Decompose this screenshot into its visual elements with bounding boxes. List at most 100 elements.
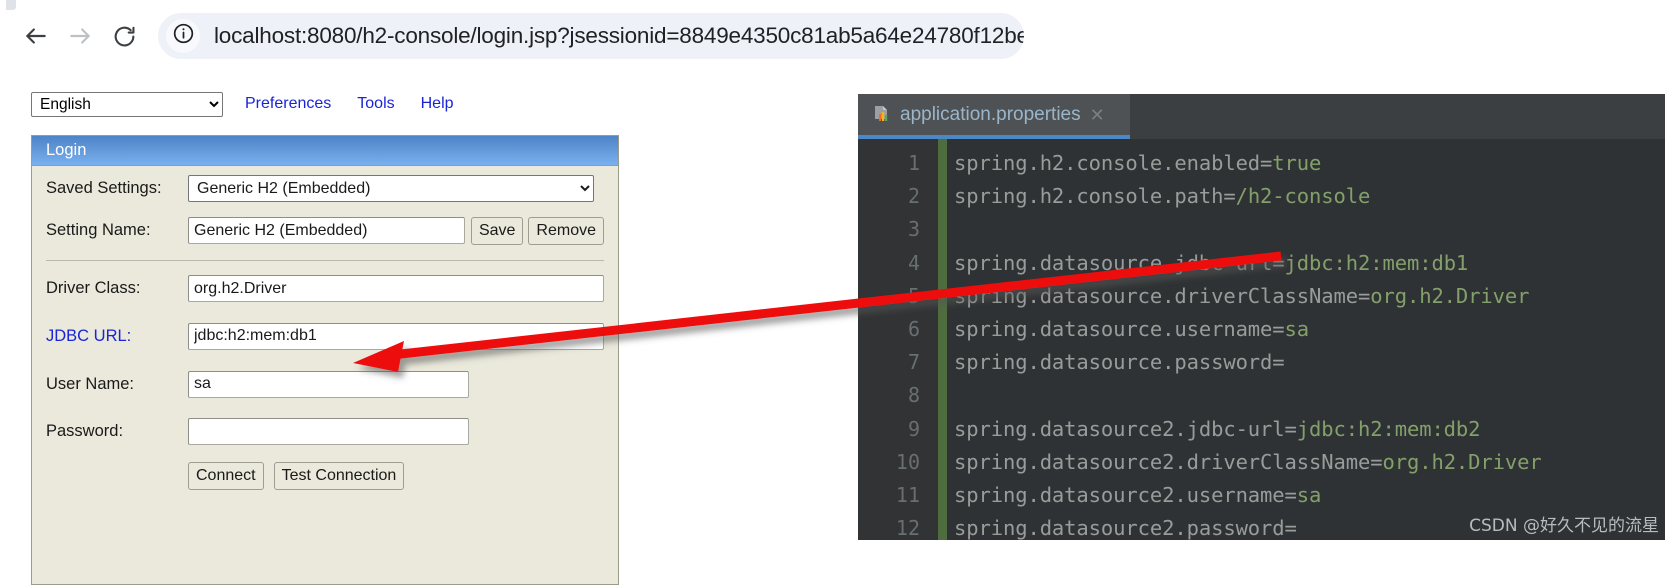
arrow-left-icon <box>23 23 49 49</box>
browser-nav-bar: localhost:8080/h2-console/login.jsp?jses… <box>0 8 1030 64</box>
back-button[interactable] <box>14 14 58 58</box>
reload-icon <box>112 24 137 49</box>
code-line[interactable]: 9 spring.datasource2.jdbc-url=jdbc:h2:mem… <box>858 413 1665 446</box>
user-name-label: User Name: <box>46 374 135 393</box>
help-link[interactable]: Help <box>421 95 454 113</box>
property-value: org.h2.Driver <box>1370 283 1530 308</box>
address-bar[interactable]: localhost:8080/h2-console/login.jsp?jses… <box>158 13 1024 59</box>
saved-settings-label: Saved Settings: <box>46 178 162 197</box>
preferences-link[interactable]: Preferences <box>245 95 331 113</box>
form-actions: Connect Test Connection <box>46 454 604 498</box>
property-value: true <box>1272 151 1322 175</box>
property-value: jdbc:h2:mem:db2 <box>1296 416 1481 441</box>
line-number: 2 <box>907 184 920 209</box>
connect-button[interactable]: Connect <box>188 462 264 490</box>
jdbc-url-input[interactable] <box>188 322 604 350</box>
ide-editor-panel: application.properties ✕ 1 spring.h2.cons… <box>858 94 1665 540</box>
setting-name-label: Setting Name: <box>46 221 151 239</box>
property-key: spring.datasource.driverClassName= <box>954 283 1371 308</box>
code-text: spring.h2.console.path=/h2-console <box>954 180 1370 213</box>
jdbc-url-row: JDBC URL: <box>46 312 604 360</box>
code-line[interactable]: 11 spring.datasource2.username=sa <box>858 479 1665 512</box>
property-key: spring.datasource2.jdbc-url= <box>954 416 1297 441</box>
line-number: 8 <box>907 383 920 408</box>
line-number: 3 <box>907 217 920 242</box>
editor-tab-application-properties[interactable]: application.properties ✕ <box>858 94 1130 135</box>
line-number: 11 <box>895 483 920 507</box>
close-icon[interactable]: ✕ <box>1090 106 1105 124</box>
code-line[interactable]: 3 <box>858 213 1665 246</box>
code-text: spring.datasource.jdbc-url=jdbc:h2:mem:d… <box>954 247 1468 280</box>
screenshot-root: localhost:8080/h2-console/login.jsp?jses… <box>0 0 1665 585</box>
password-input[interactable] <box>188 417 469 445</box>
property-key: spring.h2.console.enabled= <box>954 151 1273 175</box>
code-editor[interactable]: 1 spring.h2.console.enabled=true 2 spring.h… <box>858 139 1665 540</box>
code-text: spring.datasource.username=sa <box>954 313 1309 346</box>
user-name-row: User Name: <box>46 360 604 408</box>
code-line[interactable]: 8 <box>858 379 1665 412</box>
language-select[interactable]: English <box>31 91 223 117</box>
line-number: 1 <box>907 151 920 175</box>
property-value: sa <box>1284 317 1310 341</box>
property-value: sa <box>1296 483 1322 507</box>
code-text: spring.datasource2.password= <box>954 512 1297 540</box>
property-value: org.h2.Driver <box>1382 449 1542 474</box>
address-bar-text[interactable]: localhost:8080/h2-console/login.jsp?jses… <box>214 23 1024 49</box>
code-text: spring.h2.console.enabled=true <box>954 147 1321 180</box>
form-divider <box>46 260 604 261</box>
code-line[interactable]: 6 spring.datasource.username=sa <box>858 313 1665 346</box>
line-number: 7 <box>907 350 920 375</box>
line-number: 4 <box>907 250 920 275</box>
code-line[interactable]: 1 spring.h2.console.enabled=true <box>858 147 1665 180</box>
code-text: spring.datasource2.jdbc-url=jdbc:h2:mem:… <box>954 413 1481 446</box>
setting-name-input[interactable] <box>188 217 465 244</box>
property-key: spring.datasource.password= <box>954 350 1285 375</box>
jdbc-url-label[interactable]: JDBC URL: <box>46 327 188 346</box>
editor-tab-label: application.properties <box>900 103 1081 125</box>
property-value: /h2-console <box>1235 184 1371 209</box>
site-info-button[interactable] <box>166 19 200 53</box>
watermark: CSDN @好久不见的流星 <box>1469 516 1659 536</box>
arrow-right-icon <box>67 23 93 49</box>
driver-class-row: Driver Class: <box>46 265 604 312</box>
info-circle-icon <box>172 22 195 50</box>
line-number: 10 <box>895 449 920 474</box>
user-name-input[interactable] <box>188 370 469 398</box>
password-row: Password: <box>46 408 604 454</box>
code-line[interactable]: 2 spring.h2.console.path=/h2-console <box>858 180 1665 213</box>
property-key: spring.datasource.jdbc-url= <box>954 250 1285 275</box>
line-number: 5 <box>907 283 920 308</box>
login-panel-title: Login <box>32 136 618 166</box>
save-button[interactable]: Save <box>470 216 524 245</box>
code-line[interactable]: 10 spring.datasource2.driverClassName=org… <box>858 446 1665 479</box>
reload-button[interactable] <box>102 14 146 58</box>
code-text: spring.datasource2.username=sa <box>954 479 1321 512</box>
property-key: spring.h2.console.path= <box>954 184 1236 209</box>
property-key: spring.datasource2.password= <box>954 516 1297 540</box>
login-form: Saved Settings: Generic H2 (Embedded) Se… <box>32 166 618 498</box>
remove-button[interactable]: Remove <box>528 216 604 245</box>
editor-tab-bar: application.properties ✕ <box>858 94 1665 139</box>
code-text: spring.datasource.password= <box>954 346 1285 379</box>
browser-chrome: localhost:8080/h2-console/login.jsp?jses… <box>0 0 1030 70</box>
line-number: 9 <box>907 416 920 441</box>
code-line[interactable]: 4 spring.datasource.jdbc-url=jdbc:h2:mem:… <box>858 247 1665 280</box>
forward-button[interactable] <box>58 14 102 58</box>
saved-settings-select[interactable]: Generic H2 (Embedded) <box>188 174 594 202</box>
line-number: 6 <box>907 317 920 341</box>
line-number: 12 <box>895 516 920 540</box>
code-line[interactable]: 7 spring.datasource.password= <box>858 346 1665 379</box>
driver-class-label: Driver Class: <box>46 279 141 297</box>
saved-settings-row: Saved Settings: Generic H2 (Embedded) <box>46 166 604 210</box>
property-key: spring.datasource.username= <box>954 317 1285 341</box>
password-label: Password: <box>46 421 124 440</box>
driver-class-input[interactable] <box>188 275 604 302</box>
properties-file-icon <box>872 105 891 124</box>
h2-toolbar: English Preferences Tools Help <box>31 91 454 117</box>
tools-link[interactable]: Tools <box>357 95 394 113</box>
property-key: spring.datasource2.driverClassName= <box>954 449 1383 474</box>
test-connection-button[interactable]: Test Connection <box>273 462 405 490</box>
property-key: spring.datasource2.username= <box>954 483 1297 507</box>
code-line[interactable]: 5 spring.datasource.driverClassName=org.h… <box>858 280 1665 313</box>
setting-name-row: Setting Name: Save Remove <box>46 210 604 251</box>
